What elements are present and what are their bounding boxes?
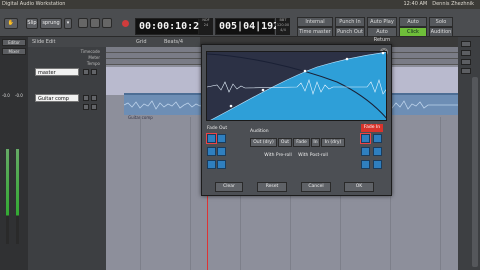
reset-button[interactable]: Reset xyxy=(257,182,287,192)
cancel-button[interactable]: Cancel xyxy=(301,182,331,192)
fade-out-label: Fade Out xyxy=(207,126,228,131)
fade-out-shape-longcut[interactable] xyxy=(217,160,226,169)
audition-label: Audition xyxy=(250,129,269,134)
audition-indicator[interactable]: Audition xyxy=(429,27,453,37)
audition-in-dry-button[interactable]: In (dry) xyxy=(321,138,345,147)
guitar-solo-button[interactable] xyxy=(83,104,89,110)
fade-curve xyxy=(207,52,386,120)
track-name-guitar[interactable]: Guitar comp xyxy=(35,94,79,102)
track-name-master[interactable]: master xyxy=(35,68,79,76)
fade-in-shape-linear[interactable] xyxy=(360,133,371,144)
mode-select[interactable]: Slip xyxy=(26,18,38,29)
main-toolbar: ✋ Slip sprung ▾ 00:00:10:27 NDF 24 005|0… xyxy=(0,9,480,43)
grab-tool-button[interactable]: ✋ xyxy=(4,18,18,29)
fade-in-shape-slow[interactable] xyxy=(373,134,382,143)
vertical-scrollbar[interactable] xyxy=(472,77,478,267)
ok-button[interactable]: OK xyxy=(344,182,374,192)
fade-out-shape-fast[interactable] xyxy=(207,147,216,156)
secondary-clock[interactable]: 005|04|1920 xyxy=(215,18,285,35)
user-name[interactable]: Dennis Zhezhnik xyxy=(432,1,474,7)
snap-select[interactable]: Beats/4 xyxy=(164,39,183,45)
master-solo-button[interactable] xyxy=(91,69,97,75)
gain-readout: -0.0 xyxy=(15,93,23,98)
window-titlebar: Digital Audio Workstation 12:40 AM Denni… xyxy=(0,0,480,9)
left-meter xyxy=(6,149,9,244)
panel-button[interactable] xyxy=(461,41,471,47)
crossfade-editor-dialog: × Fade Out Fade In Audition Out (dry) Ou… xyxy=(201,44,392,196)
audition-out-dry-button[interactable]: Out (dry) xyxy=(250,138,277,147)
panel-button[interactable] xyxy=(461,59,471,65)
with-pre-roll-button[interactable]: With Pre-roll xyxy=(262,152,294,161)
guitar-rec-button[interactable] xyxy=(83,95,89,101)
clock-text: 12:40 AM xyxy=(403,1,428,7)
auto-play-button[interactable]: Auto Play xyxy=(367,17,397,27)
fade-out-shape-slow[interactable] xyxy=(217,134,226,143)
ruler-label-meter: Meter xyxy=(88,55,100,60)
right-meter xyxy=(16,149,19,244)
solo-indicator[interactable]: Solo xyxy=(429,17,453,27)
system-tray: 12:40 AM Dennis Zhezhnik xyxy=(404,1,475,7)
panel-button[interactable] xyxy=(461,68,471,74)
grid-line xyxy=(190,117,191,270)
window-title: Digital Audio Workstation xyxy=(2,1,66,7)
rewind-button[interactable] xyxy=(90,18,100,28)
zoom-button[interactable]: ▾ xyxy=(64,18,72,29)
grid-line xyxy=(140,117,141,270)
guitar-auto-button[interactable] xyxy=(91,104,97,110)
click-button[interactable]: Click xyxy=(399,27,427,37)
panel-button[interactable] xyxy=(461,50,471,56)
right-side-panel xyxy=(458,37,480,270)
fade-in-shape-fast[interactable] xyxy=(361,147,370,156)
fade-curve-view[interactable] xyxy=(206,51,387,121)
sync-select[interactable]: sprung xyxy=(40,18,62,29)
clear-button[interactable]: Clear xyxy=(215,182,243,192)
goto-start-button[interactable] xyxy=(78,18,88,28)
auto-input-button[interactable]: Auto Input xyxy=(399,17,427,33)
editor-button[interactable]: Editor xyxy=(2,39,26,46)
with-post-roll-button[interactable]: With Post-roll xyxy=(296,152,330,161)
edit-mode-select[interactable]: Slide Edit xyxy=(32,39,55,45)
track-headers: Timecode Meter Tempo master Guitar comp xyxy=(28,47,106,270)
fade-out-shape-constant-power[interactable] xyxy=(217,147,226,156)
play-button[interactable] xyxy=(102,18,112,28)
audition-fade-button[interactable]: Fade xyxy=(293,138,310,147)
fade-in-label: Fade In xyxy=(361,124,383,132)
fade-in-shape-constant-power[interactable] xyxy=(373,147,382,156)
audition-in-button[interactable]: In xyxy=(311,138,320,147)
internal-sync-button[interactable]: Internal xyxy=(297,17,333,27)
fade-in-shape-longcut[interactable] xyxy=(373,160,382,169)
fade-out-shape-symmetric[interactable] xyxy=(207,160,216,169)
time-master-button[interactable]: Time master xyxy=(297,27,333,37)
mixer-button[interactable]: Mixer xyxy=(2,48,26,55)
grid-select[interactable]: Grid xyxy=(136,39,147,45)
punch-in-button[interactable]: Punch In xyxy=(335,17,365,27)
primary-clock-meta: NDF 24 xyxy=(199,18,213,35)
auto-return-button[interactable]: Auto Return xyxy=(367,27,397,43)
audition-out-button[interactable]: Out xyxy=(278,138,292,147)
record-button[interactable] xyxy=(122,20,129,27)
editor-mixer-strip: Editor Mixer -0.0 -0.0 xyxy=(0,37,28,270)
grid-line xyxy=(440,117,441,270)
fade-in-shape-symmetric[interactable] xyxy=(361,160,370,169)
punch-out-button[interactable]: Punch Out xyxy=(335,27,365,37)
level-readout: -0.0 xyxy=(2,93,10,98)
secondary-clock-meta: BBT 120.00 4/4 xyxy=(276,18,290,35)
fade-out-shape-linear[interactable] xyxy=(206,133,217,144)
ruler-label-tempo: Tempo xyxy=(86,61,100,66)
edit-toolbar: Slide Edit Grid Beats/4 xyxy=(0,37,200,47)
primary-clock[interactable]: 00:00:10:27 xyxy=(135,18,205,35)
master-mute-button[interactable] xyxy=(83,69,89,75)
ruler-label-timecode: Timecode xyxy=(80,49,100,54)
guitar-mute-button[interactable] xyxy=(91,95,97,101)
